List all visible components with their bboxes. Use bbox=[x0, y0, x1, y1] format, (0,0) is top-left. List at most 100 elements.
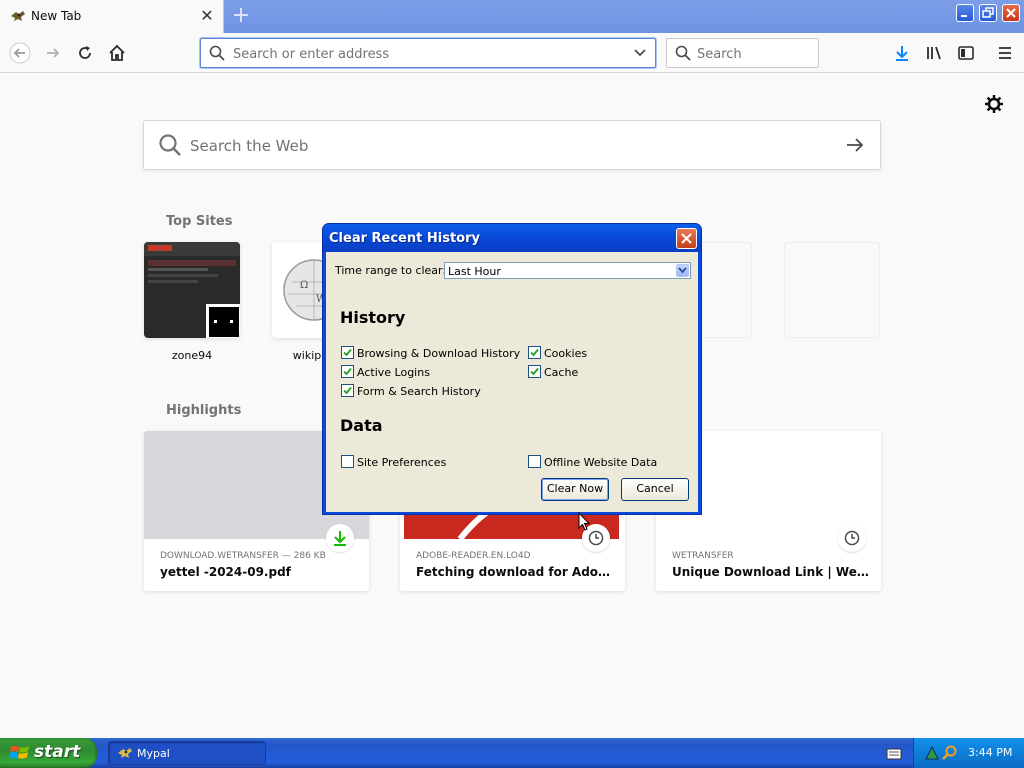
taskbar-item-mypal[interactable]: Mypal bbox=[108, 741, 266, 765]
cookies-label[interactable]: Cookies bbox=[544, 347, 587, 360]
dialog-body: Time range to clear: Last Hour History B… bbox=[326, 252, 698, 512]
browsing-history-checkbox[interactable] bbox=[341, 346, 354, 359]
site-preferences-checkbox[interactable] bbox=[341, 455, 354, 468]
offline-website-data-checkbox[interactable] bbox=[528, 455, 541, 468]
highlight-source: WETRANSFER bbox=[672, 551, 734, 561]
download-icon bbox=[896, 46, 908, 61]
minimize-icon bbox=[961, 15, 967, 17]
system-tray: 3:44 PM bbox=[913, 738, 1024, 768]
reload-icon bbox=[79, 46, 91, 59]
window-close-button[interactable] bbox=[1002, 4, 1020, 22]
highlight-title: Unique Download Link | WeTran... bbox=[672, 565, 872, 579]
mypal-app-icon bbox=[118, 748, 132, 758]
offline-website-data-label[interactable]: Offline Website Data bbox=[544, 456, 657, 469]
highlight-source: ADOBE-READER.EN.LO4D bbox=[416, 551, 531, 561]
time-range-label: Time range to clear: bbox=[335, 264, 447, 277]
address-bar[interactable] bbox=[200, 38, 656, 68]
svg-text:Ω: Ω bbox=[300, 280, 308, 291]
checkmark-icon bbox=[343, 348, 352, 357]
tab-new-tab[interactable]: New Tab ✕ bbox=[0, 0, 224, 33]
highlight-title: yettel -2024-09.pdf bbox=[160, 565, 291, 579]
mouse-cursor-icon bbox=[578, 512, 590, 531]
home-button[interactable] bbox=[105, 41, 129, 65]
windows-logo-icon bbox=[10, 745, 29, 759]
start-label: start bbox=[34, 742, 81, 762]
download-icon bbox=[334, 531, 346, 546]
data-heading: Data bbox=[340, 416, 383, 435]
cookies-checkbox[interactable] bbox=[528, 346, 541, 359]
start-button[interactable]: start bbox=[0, 738, 97, 768]
form-search-history-label[interactable]: Form & Search History bbox=[357, 385, 481, 398]
library-button[interactable] bbox=[922, 41, 946, 65]
forward-button[interactable] bbox=[41, 41, 65, 65]
clock-icon bbox=[588, 530, 604, 546]
checkmark-icon bbox=[530, 367, 539, 376]
dialog-close-button[interactable] bbox=[676, 228, 697, 249]
back-button[interactable] bbox=[8, 41, 32, 65]
close-icon bbox=[1006, 8, 1016, 18]
search-input[interactable] bbox=[697, 45, 812, 63]
taskbar-item-label: Mypal bbox=[137, 747, 170, 760]
forward-icon bbox=[47, 48, 60, 58]
new-tab-button[interactable]: + bbox=[229, 4, 253, 28]
dialog-title: Clear Recent History bbox=[329, 231, 480, 246]
search-bar[interactable] bbox=[666, 38, 819, 68]
select-arrow[interactable] bbox=[676, 264, 689, 277]
gear-icon[interactable] bbox=[984, 94, 1004, 114]
site-screenshot-image bbox=[144, 242, 240, 338]
chevron-down-icon bbox=[678, 267, 687, 274]
active-logins-label[interactable]: Active Logins bbox=[357, 366, 430, 379]
browsing-history-label[interactable]: Browsing & Download History bbox=[357, 347, 520, 360]
highlight-title: Fetching download for Adobe R... bbox=[416, 565, 616, 579]
checkmark-icon bbox=[530, 348, 539, 357]
search-icon bbox=[675, 45, 691, 61]
tab-close-icon[interactable]: ✕ bbox=[198, 6, 216, 26]
top-site-label: zone94 bbox=[171, 349, 213, 362]
minimize-button[interactable] bbox=[956, 4, 974, 22]
clock[interactable]: 3:44 PM bbox=[968, 746, 1012, 759]
clock-icon bbox=[844, 530, 860, 546]
tab-strip: New Tab ✕ + bbox=[0, 0, 1024, 33]
menu-button[interactable] bbox=[993, 41, 1017, 65]
reload-button[interactable] bbox=[73, 41, 97, 65]
dialog-titlebar[interactable]: Clear Recent History bbox=[323, 224, 701, 252]
top-site-tile[interactable] bbox=[144, 242, 240, 338]
top-sites-heading: Top Sites bbox=[166, 214, 233, 229]
tab-title: New Tab bbox=[31, 9, 82, 23]
web-search-box[interactable] bbox=[143, 120, 881, 170]
clear-now-button[interactable]: Clear Now bbox=[541, 478, 609, 501]
time-range-value: Last Hour bbox=[448, 265, 501, 278]
top-site-label: wikipe bbox=[292, 349, 328, 362]
download-badge bbox=[326, 524, 354, 552]
network-icon[interactable] bbox=[924, 745, 940, 761]
chevron-down-icon[interactable] bbox=[633, 47, 647, 59]
arrow-right-icon[interactable] bbox=[846, 137, 864, 153]
address-input[interactable] bbox=[233, 45, 613, 63]
taskbar: start Mypal 3:44 PM bbox=[0, 738, 1024, 768]
sidebar-icon bbox=[958, 46, 974, 60]
checkmark-icon bbox=[343, 367, 352, 376]
form-search-history-checkbox[interactable] bbox=[341, 384, 354, 397]
web-search-input[interactable] bbox=[190, 135, 790, 157]
search-tray-icon[interactable] bbox=[942, 745, 958, 761]
restore-button[interactable] bbox=[979, 4, 997, 22]
active-logins-checkbox[interactable] bbox=[341, 365, 354, 378]
sidebar-button[interactable] bbox=[954, 41, 978, 65]
search-icon bbox=[209, 45, 225, 61]
hamburger-menu-icon bbox=[999, 47, 1011, 59]
clear-history-dialog: Clear Recent History Time range to clear… bbox=[322, 223, 702, 515]
cache-label[interactable]: Cache bbox=[544, 366, 578, 379]
cache-checkbox[interactable] bbox=[528, 365, 541, 378]
downloads-button[interactable] bbox=[890, 41, 914, 65]
mypal-favicon-icon bbox=[11, 11, 25, 21]
close-icon bbox=[681, 233, 692, 244]
home-icon bbox=[109, 44, 125, 61]
checkmark-icon bbox=[343, 386, 352, 395]
library-icon bbox=[927, 46, 941, 60]
site-preferences-label[interactable]: Site Preferences bbox=[357, 456, 446, 469]
clock-badge bbox=[838, 524, 866, 552]
cancel-button[interactable]: Cancel bbox=[621, 478, 689, 501]
keyboard-icon[interactable] bbox=[886, 748, 902, 760]
time-range-select[interactable]: Last Hour bbox=[444, 262, 691, 279]
back-icon bbox=[9, 42, 31, 64]
